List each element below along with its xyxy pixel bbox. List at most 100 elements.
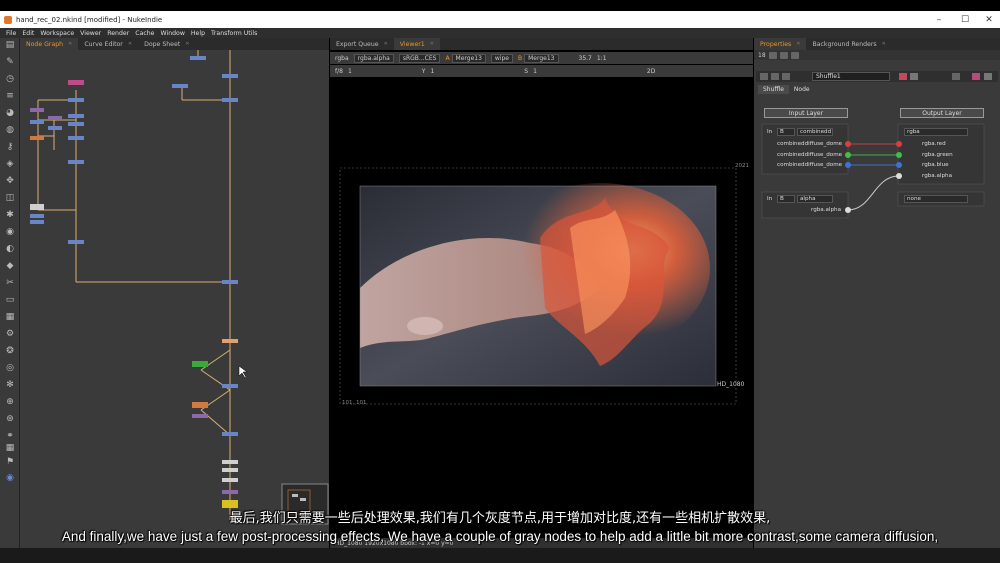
- tab-dope-sheet[interactable]: Dope Sheet ✕: [138, 38, 195, 50]
- menu-edit[interactable]: Edit: [22, 30, 34, 37]
- grid-icon[interactable]: ▦: [4, 443, 16, 453]
- input-a-dropdown[interactable]: Merge13: [451, 53, 486, 63]
- utility-icon[interactable]: ✻: [4, 380, 16, 390]
- node[interactable]: [30, 108, 44, 112]
- image-node-icon[interactable]: ▤: [4, 40, 16, 50]
- close-tab-icon[interactable]: ✕: [384, 41, 388, 47]
- y-field[interactable]: 1: [430, 68, 434, 75]
- filter-node-icon[interactable]: ◍: [4, 125, 16, 135]
- close-button[interactable]: ✕: [976, 11, 1000, 28]
- globe-icon[interactable]: ⊛: [4, 414, 16, 424]
- shuffle-wiring[interactable]: [754, 38, 1000, 238]
- paint-node-icon[interactable]: ✎: [4, 57, 16, 67]
- close-tab-icon[interactable]: ✕: [68, 41, 72, 47]
- node[interactable]: [30, 214, 44, 218]
- close-tab-icon[interactable]: ✕: [185, 41, 189, 47]
- input-b-dropdown[interactable]: Merge13: [524, 53, 559, 63]
- maximize-button[interactable]: ☐: [952, 11, 978, 28]
- channel-select-dropdown[interactable]: rgba.alpha: [353, 53, 394, 63]
- node[interactable]: [222, 432, 238, 436]
- menu-window[interactable]: Window: [161, 30, 185, 37]
- in-b-layer-dropdown[interactable]: alpha: [797, 195, 833, 203]
- viewer-canvas[interactable]: HD_1080 2021 101, 101: [330, 98, 753, 498]
- menu-file[interactable]: File: [6, 30, 16, 37]
- close-tab-icon[interactable]: ✕: [430, 41, 434, 47]
- menu-viewer[interactable]: Viewer: [80, 30, 101, 37]
- minimap[interactable]: [281, 483, 329, 525]
- grade-node[interactable]: [222, 478, 238, 482]
- node[interactable]: [222, 384, 238, 388]
- node[interactable]: [222, 74, 238, 78]
- viewer-panel[interactable]: Export Queue ✕ Viewer1 ✕ rgba rgba.alpha s…: [330, 38, 753, 548]
- node[interactable]: [222, 98, 238, 102]
- tab-export-queue[interactable]: Export Queue ✕: [330, 38, 394, 50]
- channels-dropdown[interactable]: rgba: [335, 55, 349, 62]
- out-a-layer-dropdown[interactable]: rgba: [904, 128, 968, 136]
- grade-node[interactable]: [222, 460, 238, 464]
- views-node-icon[interactable]: ◐: [4, 244, 16, 254]
- node[interactable]: [48, 126, 62, 130]
- node-graph-canvas[interactable]: [20, 50, 329, 548]
- zoom-field[interactable]: 35.7: [579, 55, 592, 62]
- ratio-field[interactable]: 1:1: [597, 55, 607, 62]
- tab-viewer1[interactable]: Viewer1 ✕: [393, 38, 440, 50]
- node[interactable]: [30, 220, 44, 224]
- lens-icon[interactable]: ◎: [4, 363, 16, 373]
- keyer-node-icon[interactable]: ⚷: [4, 142, 16, 152]
- time-node-icon[interactable]: ◷: [4, 74, 16, 84]
- node[interactable]: [68, 160, 84, 164]
- script-icon[interactable]: ⊕: [4, 397, 16, 407]
- in-a-layer-dropdown[interactable]: combinedd: [797, 128, 833, 136]
- gizmo-icon[interactable]: ▦: [4, 312, 16, 322]
- color-node-icon[interactable]: ◕: [4, 108, 16, 118]
- viewer-node[interactable]: [222, 500, 238, 508]
- node[interactable]: [192, 414, 208, 418]
- out-b-layer-dropdown[interactable]: none: [904, 195, 968, 203]
- properties-panel[interactable]: Properties ✕ Background Renders ✕ 18 Shuff…: [754, 38, 1000, 548]
- metadata-node-icon[interactable]: ◆: [4, 261, 16, 271]
- node[interactable]: [30, 136, 44, 140]
- deep-node-icon[interactable]: ◉: [4, 227, 16, 237]
- view-mode-dropdown[interactable]: 2D: [647, 68, 655, 75]
- node[interactable]: [48, 116, 62, 120]
- frame-field[interactable]: 1: [348, 68, 352, 75]
- menu-help[interactable]: Help: [191, 30, 205, 37]
- particles-node-icon[interactable]: ✱: [4, 210, 16, 220]
- close-tab-icon[interactable]: ✕: [128, 41, 132, 47]
- tab-node-graph[interactable]: Node Graph ✕: [20, 38, 79, 50]
- grade-node[interactable]: [222, 468, 238, 472]
- plugin-icon[interactable]: ⚙: [4, 329, 16, 339]
- target-icon[interactable]: ◉: [4, 473, 16, 483]
- other-node-icon[interactable]: ▭: [4, 295, 16, 305]
- node[interactable]: [68, 98, 84, 102]
- node[interactable]: [68, 114, 84, 118]
- channel-node-icon[interactable]: ≡: [4, 91, 16, 101]
- node[interactable]: [30, 120, 44, 124]
- s-field[interactable]: 1: [533, 68, 537, 75]
- toolsets-icon[interactable]: ✂: [4, 278, 16, 288]
- transform-node-icon[interactable]: ✥: [4, 176, 16, 186]
- node[interactable]: [192, 361, 208, 367]
- node[interactable]: [68, 240, 84, 244]
- node[interactable]: [68, 122, 84, 126]
- fstop-field[interactable]: f/8: [335, 68, 343, 75]
- menu-cache[interactable]: Cache: [135, 30, 154, 37]
- node[interactable]: [68, 80, 84, 85]
- node[interactable]: [222, 490, 238, 494]
- node[interactable]: [190, 56, 206, 60]
- node[interactable]: [68, 136, 84, 140]
- link-icon[interactable]: ⚭: [4, 431, 16, 441]
- menu-transform-utils[interactable]: Transform Utils: [211, 30, 257, 37]
- menu-workspace[interactable]: Workspace: [40, 30, 74, 37]
- colorspace-dropdown[interactable]: sRGB...CES: [398, 53, 441, 63]
- in-b-input-dropdown[interactable]: B: [777, 195, 795, 203]
- wipe-dropdown[interactable]: wipe: [490, 53, 513, 63]
- tab-curve-editor[interactable]: Curve Editor ✕: [78, 38, 138, 50]
- node[interactable]: [172, 84, 188, 88]
- in-a-input-dropdown[interactable]: B: [777, 128, 795, 136]
- cryptomatte-icon[interactable]: ❂: [4, 346, 16, 356]
- merge-node-icon[interactable]: ◈: [4, 159, 16, 169]
- node[interactable]: [222, 280, 238, 284]
- node[interactable]: [222, 339, 238, 343]
- menu-render[interactable]: Render: [107, 30, 129, 37]
